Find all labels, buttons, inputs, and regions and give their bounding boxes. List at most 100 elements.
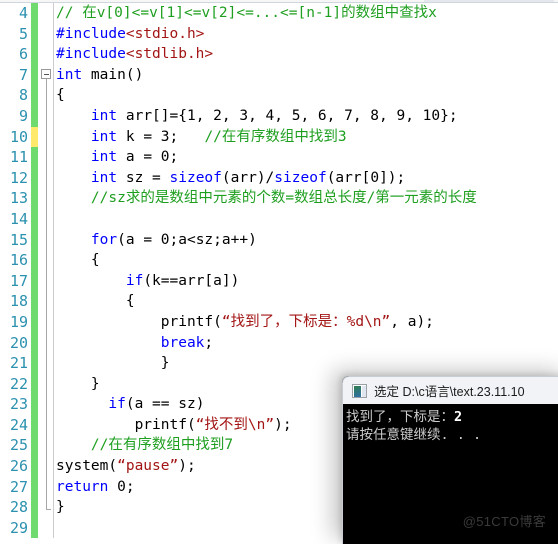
code-line[interactable]: 21 }: [0, 353, 558, 374]
fold-guide-line: [45, 311, 47, 333]
collapse-icon[interactable]: [41, 69, 51, 80]
fold-margin[interactable]: [39, 476, 53, 498]
token-kw: for: [90, 231, 118, 248]
gutter-separator: [53, 353, 54, 374]
code-text: }: [56, 374, 100, 395]
gutter-separator: [53, 497, 54, 518]
gutter-separator: [53, 188, 54, 209]
fold-margin[interactable]: [39, 311, 53, 333]
gutter-separator: [53, 270, 54, 292]
token-pl: );: [178, 458, 196, 475]
token-st: “找到了，下标是：%d\n”: [221, 313, 391, 330]
fold-margin[interactable]: [39, 353, 53, 374]
code-line[interactable]: 18 {: [0, 291, 558, 312]
code-line[interactable]: 5 #include<stdio.h>: [0, 23, 558, 45]
code-line[interactable]: 20 break;: [0, 332, 558, 354]
fold-margin[interactable]: [39, 394, 53, 415]
code-text: int main(): [56, 65, 143, 86]
gutter-separator: [53, 147, 54, 168]
fold-margin[interactable]: [39, 229, 53, 251]
code-text: }: [56, 353, 170, 374]
code-text: printf(“找到了，下标是：%d\n”, a);: [56, 312, 434, 333]
fold-margin[interactable]: [39, 332, 53, 354]
fold-margin[interactable]: [39, 147, 53, 168]
change-marker: [31, 456, 38, 477]
fold-margin[interactable]: [39, 105, 53, 127]
fold-margin[interactable]: [39, 3, 53, 24]
code-line[interactable]: 10 int k = 3; //在有序数组中找到3: [0, 126, 558, 148]
change-marker: [31, 517, 38, 539]
code-line[interactable]: 19 printf(“找到了，下标是：%d\n”, a);: [0, 311, 558, 333]
line-number: 14: [9, 209, 28, 228]
fold-guide-line: [45, 147, 47, 168]
fold-margin[interactable]: [39, 373, 53, 395]
code-line[interactable]: 12 int sz = sizeof(arr)/sizeof(arr[0]);: [0, 167, 558, 189]
fold-margin[interactable]: [39, 435, 53, 457]
line-number: 26: [9, 457, 28, 476]
gutter-separator: [53, 517, 54, 539]
token-pl: {: [56, 293, 135, 310]
line-number: 28: [9, 498, 28, 517]
gutter-separator: [53, 250, 54, 271]
fold-margin[interactable]: [39, 291, 53, 312]
code-line[interactable]: 9 int arr[]={1, 2, 3, 4, 5, 6, 7, 8, 9, …: [0, 105, 558, 127]
change-marker: [31, 311, 38, 333]
code-text: // 在v[0]<=v[1]<=v[2]<=...<=[n-1]的数组中查找x: [56, 3, 437, 24]
code-line[interactable]: 13 //sz求的是数组中元素的个数=数组总长度/第一元素的长度: [0, 188, 558, 209]
fold-margin[interactable]: [39, 188, 53, 209]
token-kw: int: [90, 128, 118, 145]
fold-margin[interactable]: [39, 250, 53, 271]
token-pl: (a = 0;a<sz;a++): [117, 231, 257, 248]
token-pl: (k==arr[a]): [143, 272, 240, 289]
fold-margin[interactable]: [39, 456, 53, 477]
code-line[interactable]: 4 // 在v[0]<=v[1]<=v[2]<=...<=[n-1]的数组中查找x: [0, 3, 558, 24]
code-text: printf(“找不到\n”);: [56, 415, 292, 436]
code-line[interactable]: 14: [0, 208, 558, 230]
change-marker: [31, 208, 38, 230]
line-number: 9: [18, 106, 28, 125]
change-marker: [31, 126, 38, 148]
code-line[interactable]: 6 #include<stdlib.h>: [0, 44, 558, 65]
fold-margin[interactable]: [39, 126, 53, 148]
code-line[interactable]: 7 int main(): [0, 64, 558, 86]
token-inc: <stdio.h>: [125, 25, 205, 42]
console-title-text: 选定 D:\c语言\text.23.11.10: [374, 385, 525, 399]
line-number: 5: [18, 24, 28, 43]
fold-guide-line: [45, 167, 47, 189]
fold-guide-line: [45, 208, 47, 230]
code-line[interactable]: 17 if(k==arr[a]): [0, 270, 558, 292]
token-pl: (arr[0]);: [326, 169, 406, 186]
fold-guide-line: [45, 394, 47, 415]
gutter-separator: [53, 476, 54, 498]
console-title-bar[interactable]: 选定 D:\c语言\text.23.11.10: [342, 376, 558, 404]
code-text: {: [56, 291, 135, 312]
fold-margin[interactable]: [39, 497, 53, 518]
fold-margin[interactable]: [39, 85, 53, 106]
code-line[interactable]: 16 {: [0, 250, 558, 271]
fold-margin[interactable]: [39, 270, 53, 292]
fold-margin[interactable]: [39, 65, 53, 86]
fold-margin[interactable]: [39, 24, 53, 45]
code-line[interactable]: 8{: [0, 85, 558, 106]
token-kw: sizeof: [274, 169, 327, 186]
gutter-separator: [53, 435, 54, 457]
line-number: 7: [18, 65, 28, 84]
code-line[interactable]: 15 for(a = 0;a<sz;a++): [0, 229, 558, 251]
fold-end-marker: [45, 497, 51, 511]
fold-margin[interactable]: [39, 518, 53, 539]
line-number: 20: [9, 333, 28, 352]
change-marker: [31, 332, 38, 354]
change-marker: [31, 229, 38, 251]
tab-strip-remnant: [424, 0, 554, 2]
line-number: 29: [9, 518, 28, 537]
fold-margin[interactable]: [39, 414, 53, 436]
code-line[interactable]: 11 int a = 0;: [0, 147, 558, 168]
fold-margin[interactable]: [39, 208, 53, 230]
line-number: 4: [18, 4, 28, 22]
gutter-separator: [53, 167, 54, 189]
fold-margin[interactable]: [39, 44, 53, 65]
code-text: }: [56, 497, 65, 518]
gutter-separator: [53, 85, 54, 106]
fold-margin[interactable]: [39, 167, 53, 189]
